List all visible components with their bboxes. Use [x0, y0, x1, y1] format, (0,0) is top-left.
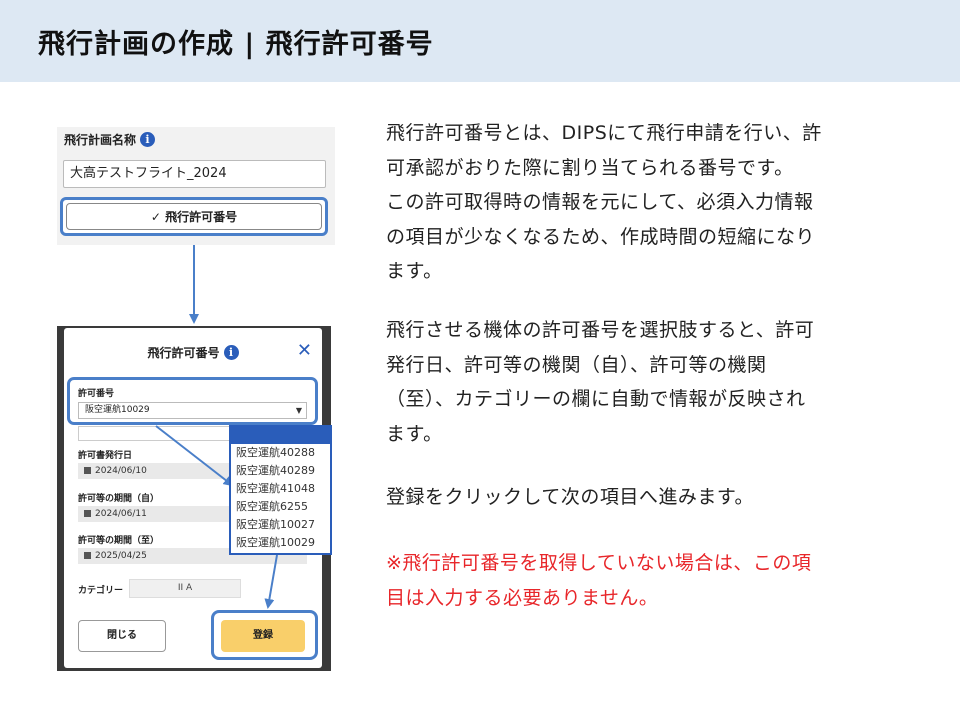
info-icon[interactable]: i: [223, 345, 239, 360]
category-field: II A: [129, 579, 241, 598]
permit-number-button-highlight: ✓ 飛行許可番号: [60, 197, 328, 236]
note-paragraph: ※飛行許可番号を取得していない場合は、この項 目は入力する必要ありません。: [386, 546, 811, 615]
dropdown-selected-bar: [231, 427, 330, 444]
calendar-icon: [84, 510, 91, 517]
dropdown-option[interactable]: 阪空運航10027: [231, 516, 330, 534]
flight-plan-form-screenshot: 飛行計画名称 i 大高テストフライト_2024 ✓ 飛行許可番号: [57, 127, 335, 245]
register-button-highlight: [211, 610, 318, 660]
description-paragraph-3: 登録をクリックして次の項目へ進みます。: [386, 480, 754, 515]
text-line: 発行日、許可等の機関（自）、許可等の機関: [386, 353, 767, 376]
close-button[interactable]: 閉じる: [78, 620, 166, 652]
flight-plan-name-label: 飛行計画名称 i: [64, 131, 156, 148]
period-from-label: 許可等の期間（自）: [78, 494, 160, 504]
category-label: カテゴリー: [78, 586, 124, 596]
dropdown-option[interactable]: 阪空運航6255: [231, 498, 330, 516]
dropdown-option[interactable]: 阪空運航40289: [231, 462, 330, 480]
dropdown-option[interactable]: 阪空運航10029: [231, 534, 330, 552]
text-line: の項目が少なくなるため、作成時間の短縮になり: [386, 225, 816, 248]
text-line: 登録をクリックして次の項目へ進みます。: [386, 486, 755, 508]
text-line: 飛行許可番号とは、DIPSにて飛行申請を行い、許: [386, 122, 822, 144]
text-line: ます。: [386, 422, 443, 445]
permit-field-highlight: [67, 377, 318, 425]
text-line: ます。: [386, 260, 443, 282]
page-title: 飛行計画の作成 | 飛行許可番号: [38, 29, 434, 60]
description-paragraph-2: 飛行させる機体の許可番号を選択肢すると、許可 発行日、許可等の機関（自）、許可等…: [386, 313, 814, 451]
header-banner: 飛行計画の作成 | 飛行許可番号: [0, 0, 960, 82]
calendar-icon: [84, 552, 91, 559]
calendar-icon: [84, 467, 91, 474]
permit-dropdown-list: 阪空運航40288 阪空運航40289 阪空運航41048 阪空運航6255 阪…: [229, 425, 332, 555]
close-icon[interactable]: ✕: [297, 340, 312, 361]
text-line: 飛行させる機体の許可番号を選択肢すると、許可: [386, 319, 815, 341]
dropdown-option[interactable]: 阪空運航40288: [231, 444, 330, 462]
flight-plan-name-input[interactable]: 大高テストフライト_2024: [63, 160, 326, 188]
period-to-label: 許可等の期間（至）: [78, 536, 160, 546]
text-line: 目は入力する必要ありません。: [386, 586, 659, 609]
text-line: この許可取得時の情報を元にして、必須入力情報: [386, 191, 814, 213]
info-icon[interactable]: i: [140, 132, 156, 147]
text-line: 可承認がおりた際に割り当てられる番号です。: [386, 156, 794, 179]
issue-date-label: 許可書発行日: [78, 451, 133, 461]
permit-number-button[interactable]: ✓ 飛行許可番号: [66, 203, 322, 230]
text-line: ※飛行許可番号を取得していない場合は、この項: [386, 552, 812, 574]
description-paragraph-1: 飛行許可番号とは、DIPSにて飛行申請を行い、許 可承認がおりた際に割り当てられ…: [386, 116, 822, 289]
dropdown-option[interactable]: 阪空運航41048: [231, 480, 330, 498]
text-line: （至）、カテゴリーの欄に自動で情報が反映され: [386, 388, 806, 410]
dialog-title: 飛行許可番号 i: [64, 344, 322, 361]
